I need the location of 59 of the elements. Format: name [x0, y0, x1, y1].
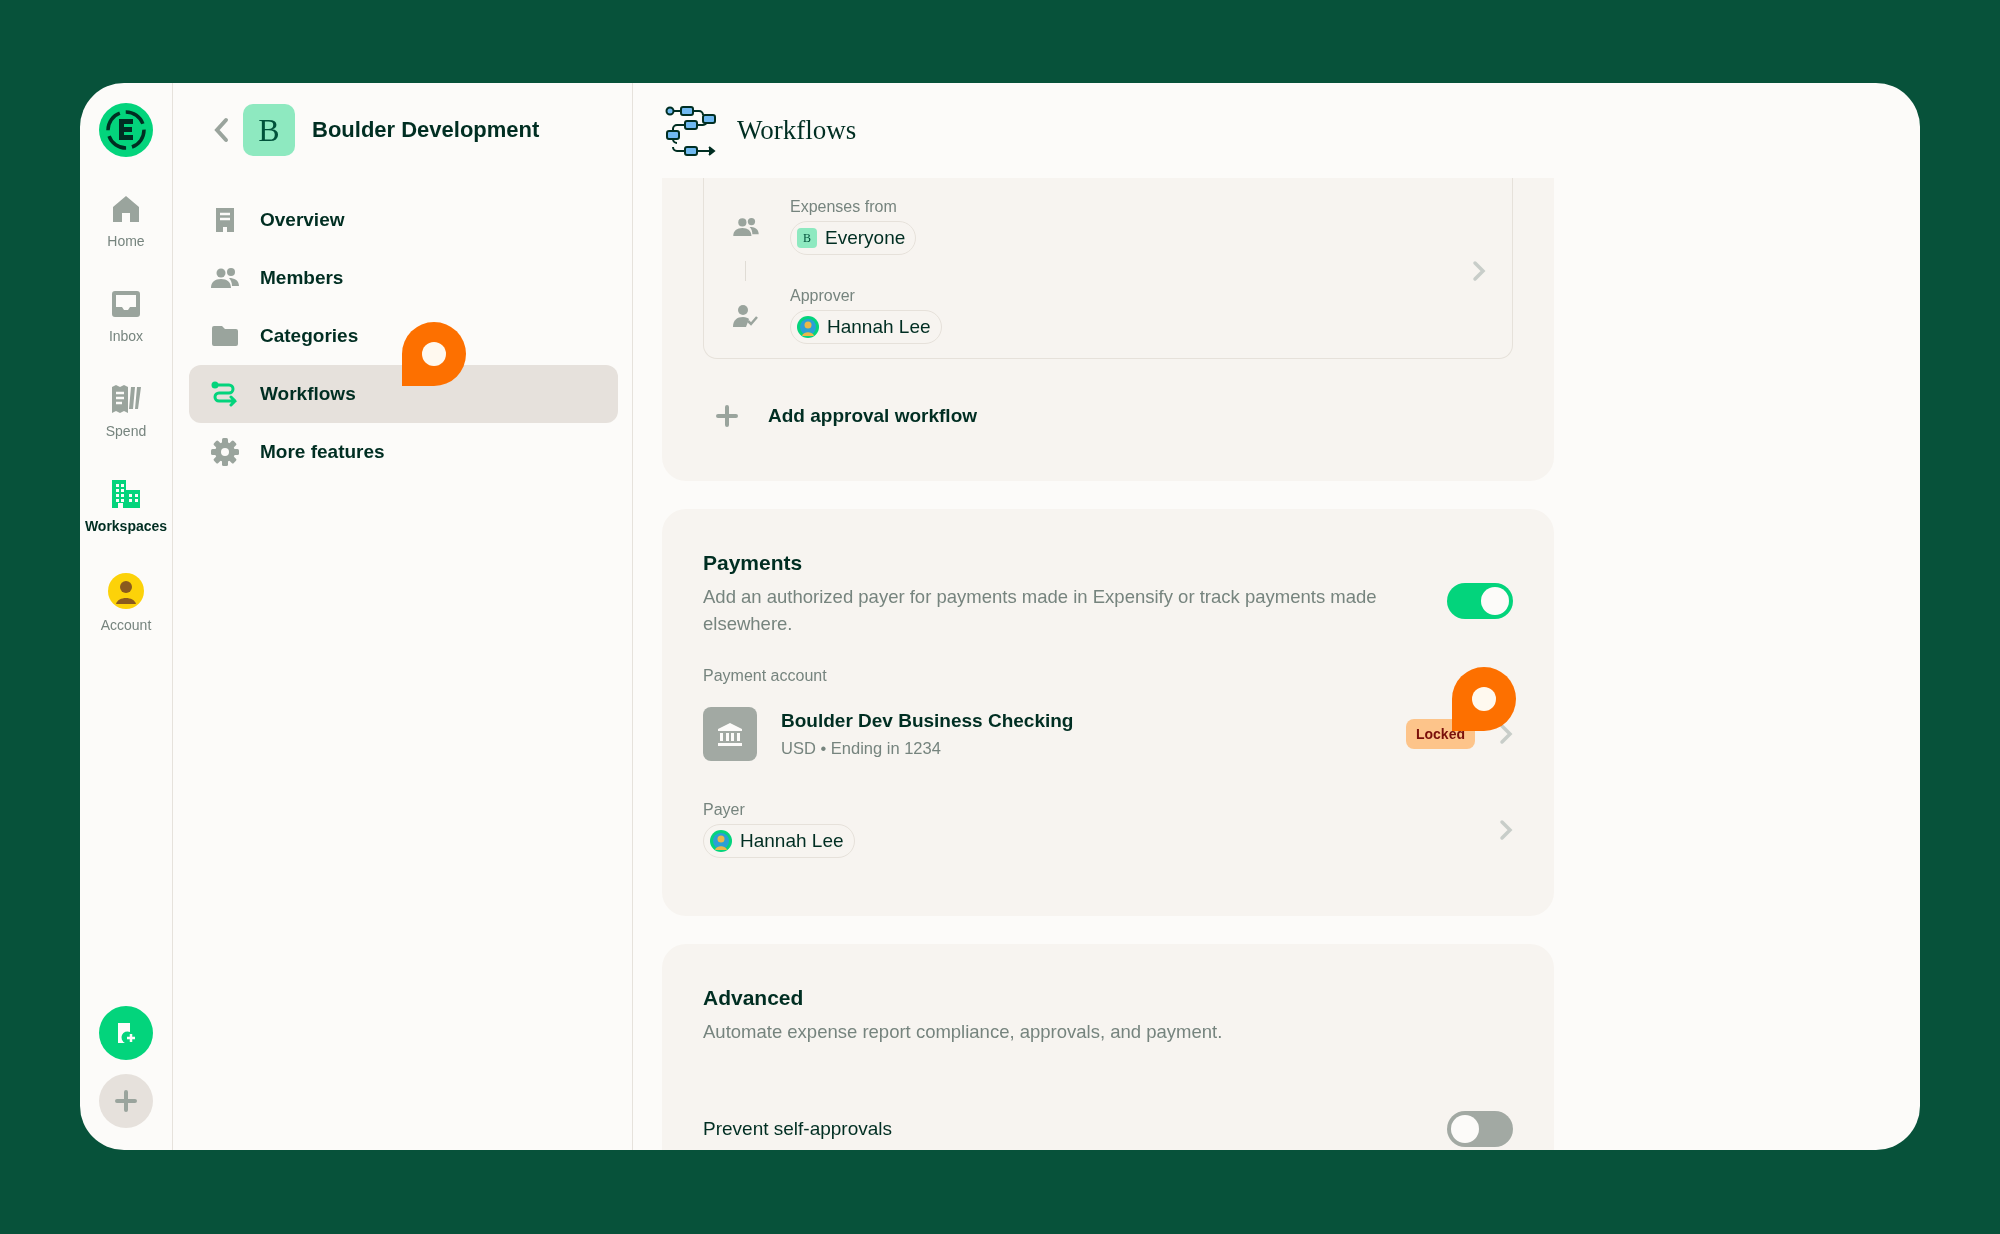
section-title: Payments [703, 551, 804, 575]
menu-item[interactable]: More features [189, 423, 618, 481]
chevron-right-icon[interactable] [1472, 260, 1486, 282]
section-description: Add an authorized payer for payments made in Expensify or track payments made elsewhere. [703, 585, 1378, 636]
new-expense-button[interactable] [99, 1006, 153, 1060]
nav-item[interactable]: Home [107, 193, 145, 249]
inbox-icon [110, 288, 142, 320]
field-label: Payment account [703, 667, 828, 685]
menu-item[interactable]: Overview [189, 191, 618, 249]
workflow-icon [211, 381, 239, 407]
people-icon [733, 216, 759, 237]
home-icon [110, 193, 142, 225]
building-icon [110, 478, 142, 510]
field-label: Payer [703, 801, 746, 819]
nav-label: Home [107, 233, 145, 249]
menu-item[interactable]: Categories [189, 307, 618, 365]
field-label: Approver [790, 287, 856, 305]
nav-label: Spend [105, 423, 147, 439]
add-approval-workflow-button[interactable]: Add approval workflow [703, 405, 1513, 427]
menu-item[interactable]: Workflows [189, 365, 618, 423]
toggle-switch[interactable] [1447, 1111, 1513, 1147]
avatar-icon [797, 316, 819, 338]
section-description: Automate expense report compliance, approvals, and payment. [703, 1020, 1224, 1044]
building-icon [214, 207, 236, 233]
field-label: Expenses from [790, 198, 898, 216]
nav-item[interactable]: Workspaces [84, 478, 168, 534]
logo-icon[interactable] [99, 103, 153, 157]
toggle-switch[interactable] [1447, 583, 1513, 619]
plus-icon [716, 405, 738, 427]
section-title: Advanced [703, 986, 805, 1010]
nav-item[interactable]: Spend [105, 383, 147, 439]
nav-label: Inbox [108, 328, 144, 344]
plus-icon [115, 1090, 137, 1112]
people-icon [211, 267, 239, 289]
menu-item[interactable]: Members [189, 249, 618, 307]
workspace-name: Boulder Development [312, 117, 540, 143]
receipt-icon [109, 383, 143, 415]
nav-item[interactable]: Inbox [108, 288, 144, 344]
add-button[interactable] [99, 1074, 153, 1128]
page-title: Workflows [737, 115, 857, 146]
receipt-plus-icon [115, 1022, 137, 1044]
chevron-right-icon[interactable] [1499, 818, 1513, 841]
nav-label: Account [100, 617, 152, 633]
workspace-avatar: B [797, 228, 817, 248]
workspace-avatar: B [243, 104, 295, 156]
folder-icon [212, 325, 238, 347]
avatar-icon [710, 830, 732, 852]
gear-icon [211, 438, 239, 466]
bank-icon [703, 707, 757, 761]
chevron-right-icon[interactable] [1499, 723, 1513, 745]
setting-label: Prevent self-approvals [703, 1118, 893, 1140]
account-detail: USD • Ending in 1234 [781, 739, 941, 757]
avatar-icon [108, 573, 144, 609]
approval-workflow-card[interactable]: Expenses from B Everyone Approver Hannah Lee [703, 178, 1513, 359]
account-name: Boulder Dev Business Checking [781, 710, 1074, 732]
back-icon[interactable] [213, 117, 229, 143]
person-check-icon [733, 303, 759, 328]
nav-item[interactable]: Account [100, 573, 152, 633]
nav-label: Workspaces [84, 518, 168, 534]
